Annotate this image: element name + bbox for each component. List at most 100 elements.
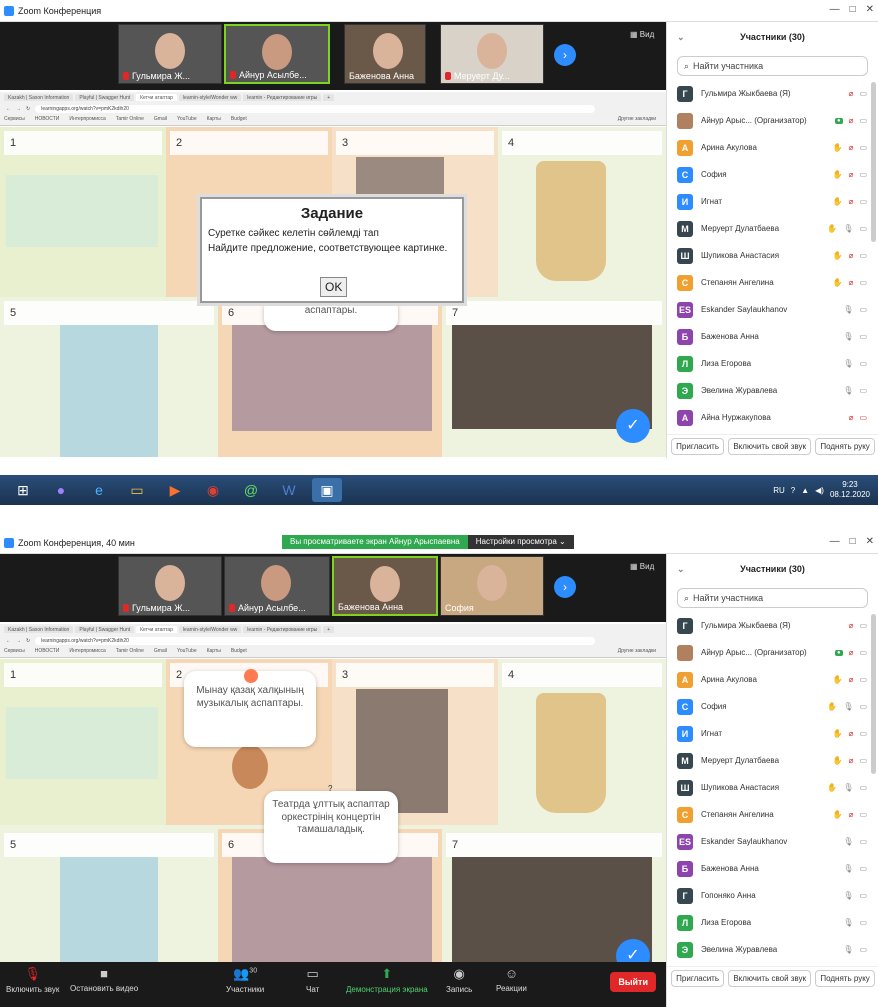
camera-icon[interactable]: ▭ <box>859 359 867 368</box>
raise-hand-button[interactable]: Поднять руку <box>815 438 875 455</box>
mic-muted-icon[interactable]: ⌀ <box>849 143 854 152</box>
browser-tab[interactable]: learnin - Редактирование игры <box>243 94 322 101</box>
puzzle-cell[interactable]: 4 <box>498 127 666 297</box>
close-icon[interactable]: ✕ <box>866 4 874 15</box>
collapse-icon[interactable]: ⌄ <box>677 32 685 43</box>
puzzle-cell[interactable]: 4 <box>498 659 666 825</box>
bookmark[interactable]: Другие закладки <box>618 648 656 654</box>
video-thumb[interactable]: Баженова Анна <box>344 24 426 84</box>
mic-muted-icon[interactable]: ⌀ <box>849 810 854 819</box>
mic-muted-icon[interactable]: ⌀ <box>849 89 854 98</box>
minimize-icon[interactable]: — <box>830 536 840 547</box>
participant-row[interactable]: Э Эвелина Журавлева 🎙 ▭ <box>667 936 878 963</box>
mic-icon[interactable]: 🎙 <box>843 891 853 900</box>
share-screen-button[interactable]: ⬆ Демонстрация экрана <box>346 966 428 994</box>
participant-row[interactable]: Г Гульмира Жыкбаева (Я) ⌀ ▭ <box>667 80 878 107</box>
address-bar[interactable]: learningapps.org/watch?v=pmK2kdih20 <box>35 104 596 113</box>
bookmark[interactable]: Интерпромисса <box>69 116 105 122</box>
minimize-icon[interactable]: — <box>830 4 840 15</box>
browser-tab[interactable]: Playful | Swagger Hunt <box>75 94 135 101</box>
reload-icon[interactable]: ↻ <box>26 106 30 112</box>
help-icon[interactable]: ? <box>791 486 795 495</box>
camera-off-icon[interactable]: ▭ <box>859 413 867 422</box>
raise-hand-button[interactable]: Поднять руку <box>815 970 875 987</box>
camera-icon[interactable]: ▭ <box>859 918 867 927</box>
camera-icon[interactable]: ▭ <box>859 945 867 954</box>
camera-icon[interactable]: ▭ <box>859 278 867 287</box>
mic-icon[interactable]: 🎙 <box>843 837 853 846</box>
puzzle-cell[interactable]: 1 <box>0 659 166 825</box>
participant-row[interactable]: Г Гульмира Жыкбаева (Я) ⌀ ▭ <box>667 612 878 639</box>
browser-tab[interactable]: Playful | Swagger Hunt <box>75 626 135 633</box>
participant-row[interactable]: Б Баженова Анна 🎙 ▭ <box>667 323 878 350</box>
start-icon[interactable]: ⊞ <box>8 478 38 502</box>
collapse-icon[interactable]: ⌄ <box>677 564 685 575</box>
folder-icon[interactable]: ▭ <box>122 478 152 502</box>
participant-row[interactable]: С Степанян Ангелина ✋ ⌀ ▭ <box>667 801 878 828</box>
camera-icon[interactable]: ▭ <box>859 864 867 873</box>
mic-muted-icon[interactable]: ⌀ <box>849 278 854 287</box>
address-bar[interactable]: learningapps.org/watch?v=pmK2kdih20 <box>35 636 596 645</box>
next-page-button[interactable]: › <box>554 576 576 598</box>
camera-icon[interactable]: ▭ <box>859 729 867 738</box>
volume-icon[interactable]: ◀) <box>815 486 824 495</box>
new-tab-button[interactable]: + <box>323 626 335 633</box>
participant-row[interactable]: Л Лиза Егорова 🎙 ▭ <box>667 909 878 936</box>
camera-icon[interactable]: ▭ <box>859 675 867 684</box>
browser-tab[interactable]: Kazakh | Saxon Information <box>4 94 74 101</box>
new-tab-button[interactable]: + <box>323 94 335 101</box>
camera-icon[interactable]: ▭ <box>859 621 867 630</box>
video-thumb[interactable]: Меруерт Ду... <box>440 24 544 84</box>
camera-icon[interactable]: ▭ <box>859 251 867 260</box>
bookmark[interactable]: Другие закладки <box>618 116 656 122</box>
participant-row[interactable]: М Меруерт Дулатбаева ✋ ⌀ ▭ <box>667 747 878 774</box>
participant-row[interactable]: Э Эвелина Журавлева 🎙 ▭ <box>667 377 878 404</box>
back-icon[interactable]: ← <box>6 106 11 112</box>
mic-muted-icon[interactable]: ⌀ <box>849 621 854 630</box>
bookmark[interactable]: НОВОСТИ <box>35 648 60 654</box>
bookmark[interactable]: Интерпромисса <box>69 648 105 654</box>
camera-icon[interactable]: ▭ <box>859 143 867 152</box>
leave-button[interactable]: Выйти <box>610 972 656 992</box>
camera-icon[interactable]: ▭ <box>859 783 867 792</box>
view-button[interactable]: ▦ Вид <box>630 562 654 571</box>
camera-icon[interactable]: ▭ <box>859 386 867 395</box>
mic-icon[interactable]: 🎙 <box>843 945 853 954</box>
invite-button[interactable]: Пригласить <box>671 970 724 987</box>
mic-muted-icon[interactable]: ⌀ <box>849 251 854 260</box>
mic-muted-icon[interactable]: ⌀ <box>849 413 854 422</box>
participant-row[interactable]: Б Баженова Анна 🎙 ▭ <box>667 855 878 882</box>
reactions-button[interactable]: ☺ Реакции <box>496 966 527 993</box>
browser-tab-active[interactable]: Кетчи атаптар <box>136 94 177 101</box>
bookmark[interactable]: Карты <box>207 116 221 122</box>
stop-video-button[interactable]: ■ Остановить видео <box>70 966 138 993</box>
mic-icon[interactable]: 🎙 <box>843 702 853 711</box>
search-input[interactable]: ⌕ Найти участника <box>677 56 868 76</box>
search-input[interactable]: ⌕ Найти участника <box>677 588 868 608</box>
mic-muted-icon[interactable]: ⌀ <box>849 116 854 125</box>
scrollbar[interactable] <box>871 82 876 242</box>
next-page-button[interactable]: › <box>554 44 576 66</box>
participant-row[interactable]: Ш Шупикова Анастасия ✋ 🎙 ▭ <box>667 774 878 801</box>
camera-icon[interactable]: ▭ <box>859 702 867 711</box>
invite-button[interactable]: Пригласить <box>671 438 724 455</box>
mic-muted-icon[interactable]: ⌀ <box>849 197 854 206</box>
participant-row[interactable]: ES Eskander Saylaukhanov 🎙 ▭ <box>667 296 878 323</box>
bookmark[interactable]: Карты <box>207 648 221 654</box>
unmute-self-button[interactable]: Включить свой звук <box>728 438 811 455</box>
ok-button[interactable]: OK <box>320 277 348 297</box>
browser-tab[interactable]: Kazakh | Saxon Information <box>4 626 74 633</box>
participant-row[interactable]: Г Гопоняко Анна 🎙 ▭ <box>667 882 878 909</box>
record-button[interactable]: ◉ Запись <box>446 966 472 994</box>
browser-tab[interactable]: learnin-style/Wonder ww <box>178 626 242 633</box>
mic-muted-icon[interactable]: ⌀ <box>849 756 854 765</box>
video-thumb[interactable]: Айнур Асылбе... <box>224 556 330 616</box>
zoom-icon[interactable]: ▣ <box>312 478 342 502</box>
camera-icon[interactable]: ▭ <box>859 197 867 206</box>
chat-button[interactable]: ▭ Чат <box>306 966 319 994</box>
participant-row[interactable]: С София ✋ 🎙 ▭ <box>667 693 878 720</box>
bookmark[interactable]: YouTube <box>177 116 197 122</box>
forward-icon[interactable]: → <box>16 106 21 112</box>
mic-icon[interactable]: 🎙 <box>843 224 853 233</box>
bookmark[interactable]: Gmail <box>154 648 167 654</box>
